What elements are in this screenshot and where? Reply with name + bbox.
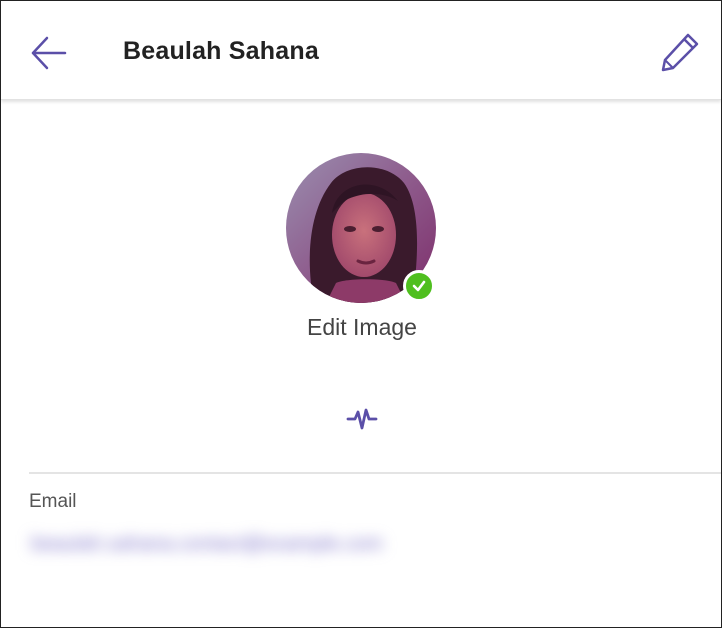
edit-profile-button[interactable] — [657, 29, 703, 75]
page-title: Beaulah Sahana — [123, 37, 319, 65]
edit-image-link[interactable]: Edit Image — [1, 314, 721, 341]
email-value[interactable]: beaulah.sahana.contact@example.com — [31, 531, 383, 557]
email-label: Email — [29, 491, 77, 512]
divider — [29, 472, 721, 474]
pencil-icon — [661, 33, 699, 72]
back-button[interactable] — [27, 31, 71, 75]
avatar[interactable] — [286, 153, 438, 305]
verified-badge — [403, 270, 435, 302]
app-header: Beaulah Sahana — [1, 1, 721, 100]
profile-screen: Beaulah Sahana Edit Image Email beaulah.… — [0, 0, 722, 628]
check-icon — [412, 280, 426, 292]
pulse-icon — [346, 408, 378, 430]
arrow-left-icon — [31, 36, 67, 70]
activity-button[interactable] — [346, 403, 378, 435]
